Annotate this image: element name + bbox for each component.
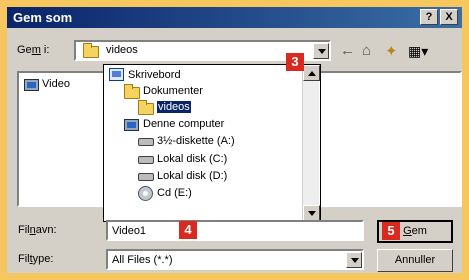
location-item-label: 3½-diskette (A:): [157, 135, 235, 147]
filename-input[interactable]: Video1: [106, 220, 364, 241]
location-item-label: Skrivebord: [128, 69, 181, 81]
location-item-label: Lokal disk (C:): [157, 153, 228, 165]
dropdown-scrollbar[interactable]: [302, 65, 320, 221]
file-label: Video: [42, 78, 70, 90]
location-dropdown[interactable]: Skrivebord Dokumenter videos Denne compu…: [103, 64, 321, 222]
save-in-label: Gem i:: [17, 44, 50, 56]
location-item-label: Denne computer: [143, 118, 225, 130]
video-file-icon: [24, 79, 39, 91]
location-item-label: Dokumenter: [143, 85, 203, 97]
filetype-select[interactable]: All Files (*.*): [106, 249, 364, 270]
cancel-button[interactable]: Annuller: [377, 249, 453, 272]
folder-open-icon: [138, 100, 154, 115]
save-in-value: videos: [106, 44, 138, 56]
scroll-up-button[interactable]: [303, 65, 320, 81]
cd-drive-icon: [138, 186, 153, 201]
view-menu-icon[interactable]: ▦▾: [408, 43, 428, 60]
location-item-label: Cd (E:): [157, 187, 192, 199]
callout-4: 4: [179, 221, 197, 239]
hard-drive-icon: [138, 173, 154, 181]
floppy-drive-icon: [138, 138, 154, 146]
new-folder-icon[interactable]: ✦: [385, 42, 398, 60]
filetype-label: Filtype:: [18, 253, 54, 265]
save-as-dialog: Gem i: videos ← ⌂ ✦ ▦▾ Video Skrivebord …: [7, 28, 462, 273]
folder-open-icon: [83, 43, 99, 58]
filename-label: Filnavn:: [18, 224, 57, 236]
computer-icon: [124, 119, 139, 131]
callout-3: 3: [286, 53, 304, 71]
location-item-label: videos: [157, 101, 191, 113]
help-button[interactable]: ?: [420, 9, 438, 25]
desktop-icon: [109, 68, 124, 81]
chevron-down-icon[interactable]: [313, 43, 329, 59]
scroll-down-button[interactable]: [303, 205, 320, 221]
up-folder-icon[interactable]: ⌂: [362, 42, 371, 59]
chevron-down-icon[interactable]: [346, 252, 362, 268]
folder-open-icon: [124, 84, 140, 99]
window-title: Gem som: [13, 10, 73, 25]
hard-drive-icon: [138, 156, 154, 164]
filetype-value: All Files (*.*): [112, 254, 173, 266]
close-button[interactable]: X: [440, 9, 458, 25]
title-bar: Gem som ? X: [7, 7, 462, 28]
location-item-label: Lokal disk (D:): [157, 170, 228, 182]
callout-5: 5: [382, 222, 400, 240]
back-icon[interactable]: ←: [340, 42, 355, 59]
